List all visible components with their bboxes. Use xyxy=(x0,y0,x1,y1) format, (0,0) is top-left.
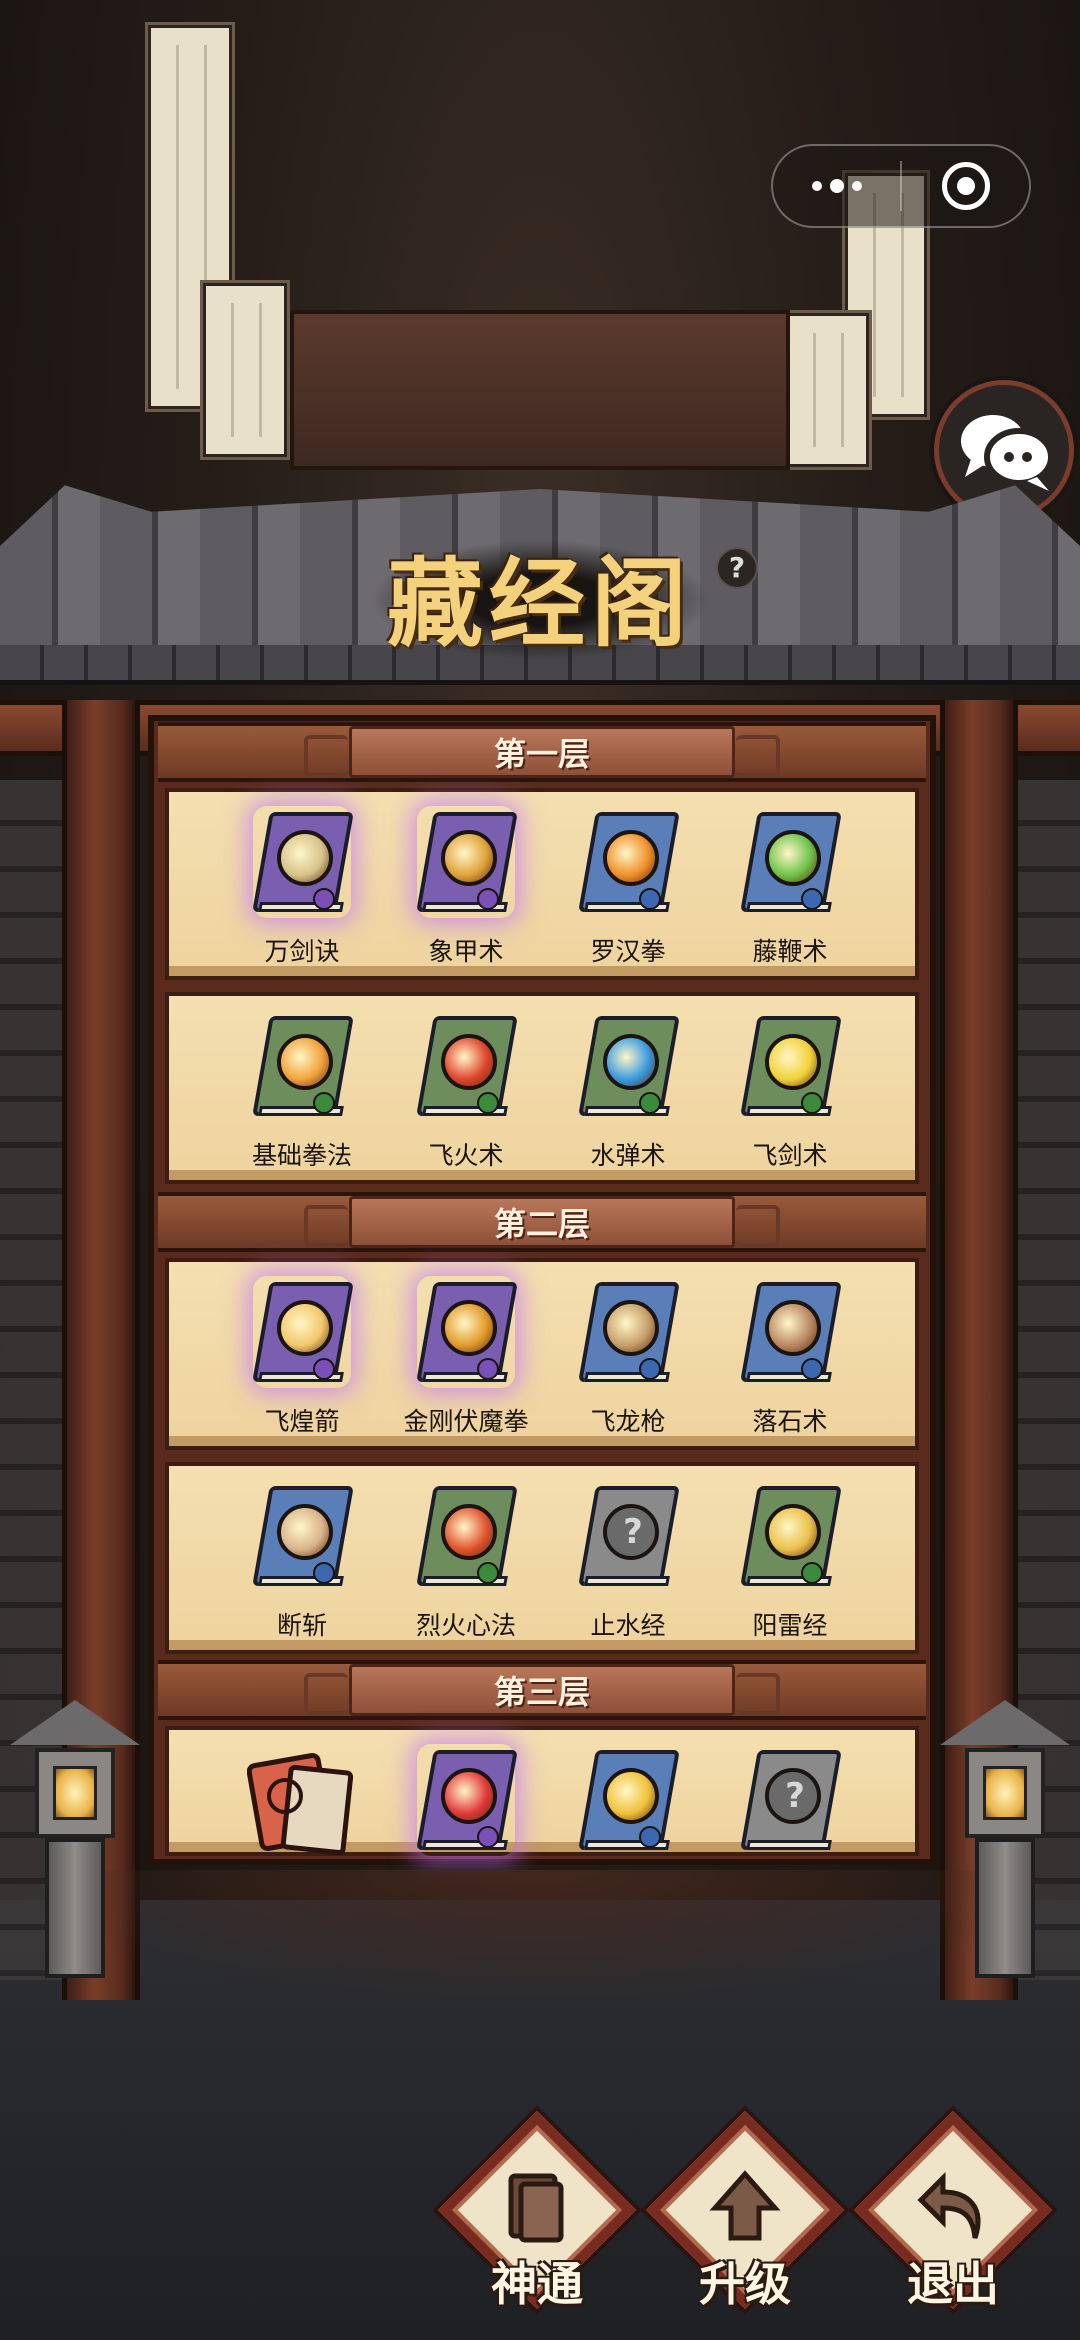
more-dots-icon xyxy=(811,179,862,193)
skill-book-slot[interactable]: 万剑诀 xyxy=(227,806,377,976)
help-icon[interactable]: ? xyxy=(716,547,758,589)
shentong-button[interactable]: 神通 xyxy=(437,2111,637,2320)
skill-book-slot[interactable]: ? 止水经 xyxy=(553,1480,703,1650)
skill-book-slot[interactable]: 藤鞭术 xyxy=(715,806,865,976)
floor-header-2: 第二层 xyxy=(158,1192,926,1252)
skill-book-slot[interactable]: 飞火术 xyxy=(391,1010,541,1180)
skill-book-icon xyxy=(740,1010,842,1122)
skill-book-icon xyxy=(578,1276,680,1388)
skill-book-label: 万剑诀 xyxy=(264,937,340,966)
skill-book-slot[interactable]: 飞龙枪 xyxy=(553,1276,703,1446)
skill-book-label: 断斩 xyxy=(276,1611,327,1640)
skill-book-slot[interactable]: 金刚伏魔拳 xyxy=(391,1276,541,1446)
exit-button[interactable]: 退出 xyxy=(853,2111,1053,2320)
skill-book-icon xyxy=(252,806,354,918)
skill-book-icon: ? xyxy=(740,1744,842,1856)
shelf-row: 基础拳法 飞火术 水弹术飞剑术 xyxy=(165,992,919,1184)
floor-title: 第一层 xyxy=(493,735,590,773)
close-miniprogram-button[interactable] xyxy=(902,146,1029,226)
floor-title: 第二层 xyxy=(493,1205,590,1243)
skill-book-slot[interactable]: 基础拳法 xyxy=(227,1010,377,1180)
skill-book-slot[interactable]: 水弹术 xyxy=(553,1010,703,1180)
skill-book-icon: ? xyxy=(578,1480,680,1592)
skill-book-icon xyxy=(740,1480,842,1592)
more-button[interactable] xyxy=(773,146,900,226)
shentong-label: 神通 xyxy=(491,2257,583,2311)
skill-book-slot[interactable]: 象甲术 xyxy=(391,806,541,976)
floor-header-1: 第一层 xyxy=(158,722,926,782)
skill-book-icon xyxy=(252,1010,354,1122)
skill-book-slot[interactable]: 烈火心法 xyxy=(391,1480,541,1650)
skill-book-icon xyxy=(740,1276,842,1388)
skill-book-icon xyxy=(252,1480,354,1592)
locked-question-icon: ? xyxy=(623,1512,643,1552)
shelf-row: 断斩 烈火心法? 止水经阳雷经 xyxy=(165,1462,919,1654)
book-icon xyxy=(508,2173,564,2243)
skill-book-label: 藤鞭术 xyxy=(752,937,828,966)
skill-book-icon xyxy=(740,806,842,918)
upgrade-button[interactable]: 升级 xyxy=(645,2111,845,2320)
skill-book-icon xyxy=(416,806,518,918)
return-arrow-icon xyxy=(917,2171,981,2239)
exit-label: 退出 xyxy=(907,2257,999,2311)
scroll-manual-icon xyxy=(246,1750,357,1860)
miniprogram-capsule xyxy=(771,144,1031,228)
skill-book-icon xyxy=(578,1744,680,1856)
skill-book-slot[interactable]: 飞煌箭 xyxy=(227,1276,377,1446)
background-scroll-left-2 xyxy=(200,280,290,460)
skill-book-icon xyxy=(416,1276,518,1388)
skill-book-icon xyxy=(578,1010,680,1122)
target-icon xyxy=(941,162,990,210)
upgrade-icon xyxy=(709,2170,781,2241)
shelf-row: ? xyxy=(165,1726,919,1856)
skill-book-label: 阳雷经 xyxy=(752,1611,828,1640)
skill-book-slot[interactable]: 飞剑术 xyxy=(715,1010,865,1180)
bottom-mist xyxy=(0,1870,1080,2010)
floor-title: 第三层 xyxy=(493,1673,590,1711)
skill-book-icon xyxy=(578,806,680,918)
page-title: 藏经阁 xyxy=(387,546,693,660)
floor-header-3: 第三层 xyxy=(158,1660,926,1720)
stone-lantern-left xyxy=(0,1680,150,1990)
skill-book-icon xyxy=(252,1276,354,1388)
skill-book-label: 飞煌箭 xyxy=(264,1407,340,1436)
skill-book-label: 基础拳法 xyxy=(251,1141,352,1170)
shelf-row: 飞煌箭 金刚伏魔拳 飞龙枪落石术 xyxy=(165,1258,919,1450)
skill-book-label: 飞剑术 xyxy=(752,1141,828,1170)
title-banner: 藏经阁 xyxy=(370,520,710,670)
skill-book-slot[interactable]: 落石术 xyxy=(715,1276,865,1446)
skill-book-slot[interactable]: 断斩 xyxy=(227,1480,377,1650)
locked-question-icon: ? xyxy=(785,1776,805,1816)
skill-book-icon xyxy=(416,1480,518,1592)
upgrade-label: 升级 xyxy=(699,2257,791,2311)
stone-lantern-right xyxy=(930,1680,1080,1990)
skill-book-label: 落石术 xyxy=(752,1407,828,1436)
skill-book-slot[interactable]: 罗汉拳 xyxy=(553,806,703,976)
skill-book-icon xyxy=(416,1744,518,1856)
shelf-row: 万剑诀 象甲术 罗汉拳藤鞭术 xyxy=(165,788,919,980)
skill-book-icon xyxy=(416,1010,518,1122)
skill-book-slot[interactable]: 阳雷经 xyxy=(715,1480,865,1650)
